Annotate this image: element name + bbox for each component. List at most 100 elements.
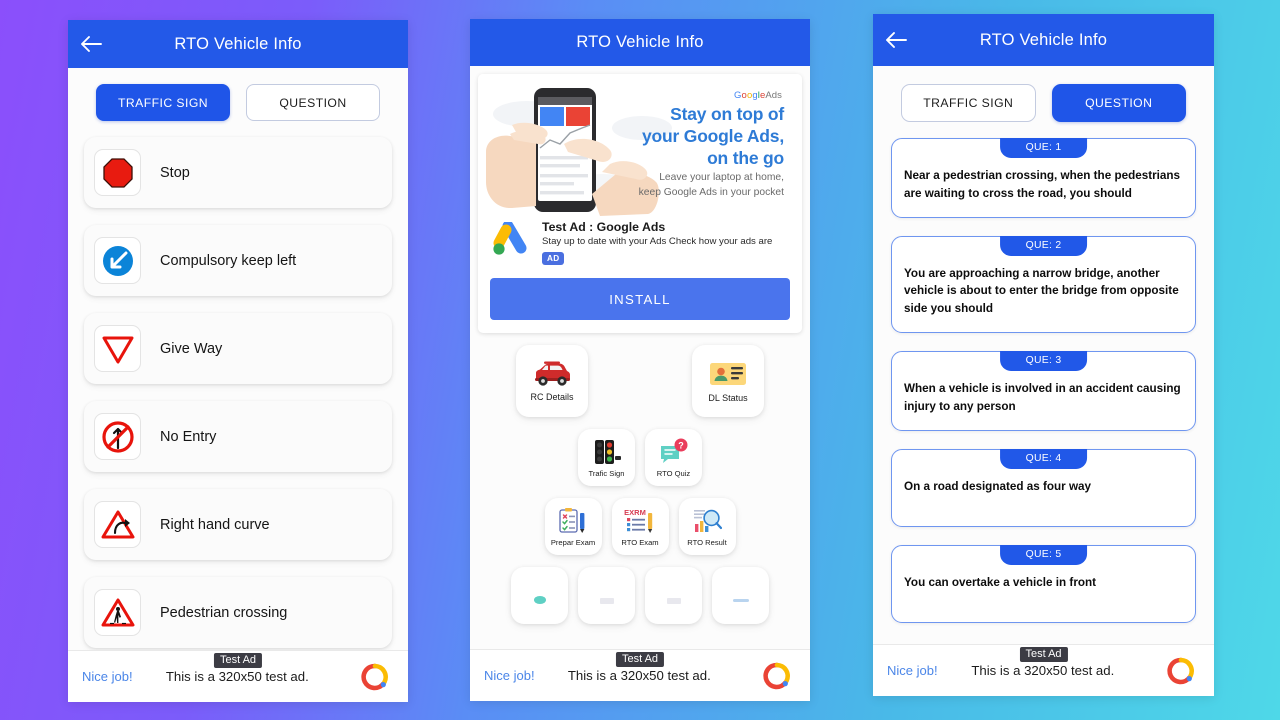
tab-question[interactable]: QUESTION: [246, 84, 380, 121]
home-body: GoogleAds Stay on top of your Google Ads…: [470, 66, 810, 649]
result-magnifier-icon: [694, 509, 723, 532]
tile-clipped[interactable]: [645, 567, 702, 625]
ad-subtitle: Leave your laptop at home, keep Google A…: [639, 171, 784, 201]
traffic-sign-body: TRAFFIC SIGN QUESTION Stop Compulsory ke…: [68, 68, 408, 650]
ad-cta-text: Nice job!: [484, 668, 535, 683]
question-card[interactable]: QUE: 1 Near a pedestrian crossing, when …: [891, 138, 1196, 218]
sign-thumbnail: [94, 413, 141, 460]
question-card[interactable]: QUE: 2 You are approaching a narrow brid…: [891, 235, 1196, 333]
tab-bar: TRAFFIC SIGN QUESTION: [873, 66, 1214, 132]
list-item[interactable]: No Entry: [84, 401, 392, 472]
ad-headline-line: on the go: [707, 147, 784, 168]
tile-clipped[interactable]: [712, 567, 769, 625]
list-item[interactable]: Give Way: [84, 313, 392, 384]
admob-logo: [1166, 656, 1200, 686]
svg-text:?: ?: [678, 440, 684, 450]
question-badge: QUE: 5: [999, 544, 1088, 565]
phone-screen-home: RTO Vehicle Info GoogleAds Stay on top o…: [470, 19, 810, 701]
give-way-icon: [102, 336, 133, 363]
question-card[interactable]: QUE: 3 When a vehicle is involved in an …: [891, 350, 1196, 431]
question-badge: QUE: 1: [999, 138, 1088, 158]
exam-paper-icon-wrap: EXRM: [624, 507, 656, 535]
question-badge: QUE: 4: [999, 448, 1088, 469]
test-ad-tag: Test Ad: [615, 652, 665, 667]
question-text: When a vehicle is involved in an acciden…: [904, 381, 1181, 413]
tile-prepar-exam[interactable]: Prepar Exam: [544, 498, 602, 556]
ad-body-text: This is a 320x50 test ad.: [971, 663, 1115, 678]
tab-traffic-sign[interactable]: TRAFFIC SIGN: [96, 84, 230, 121]
quiz-bubble-icon-wrap: ?: [659, 438, 689, 466]
ad-badge: AD: [542, 252, 565, 266]
back-button[interactable]: [68, 35, 114, 53]
tile-label: RTO Result: [687, 537, 727, 547]
question-text: You can overtake a vehicle in front: [904, 575, 1097, 589]
list-item-label: Stop: [160, 164, 190, 181]
placeholder-icon: [661, 587, 687, 605]
ad-subtitle-line: Leave your laptop at home,: [659, 172, 784, 183]
ad-headline: Stay on top of your Google Ads, on the g…: [642, 104, 784, 170]
list-item[interactable]: Pedestrian crossing: [84, 577, 392, 648]
tile-dl-status[interactable]: DL Status: [692, 345, 764, 418]
tab-traffic-sign[interactable]: TRAFFIC SIGN: [901, 84, 1036, 122]
list-item[interactable]: Stop: [84, 137, 392, 208]
bottom-ad-banner[interactable]: Test Ad Nice job! This is a 320x50 test …: [873, 644, 1214, 696]
question-card[interactable]: QUE: 5 You can overtake a vehicle in fro…: [891, 544, 1196, 623]
list-item-label: Compulsory keep left: [160, 252, 297, 269]
question-list: QUE: 1 Near a pedestrian crossing, when …: [873, 132, 1214, 623]
ad-app-description: Stay up to date with your Ads Check how …: [542, 236, 773, 247]
question-text: On a road designated as four way: [904, 479, 1092, 493]
tile-label: DL Status: [708, 392, 748, 403]
ad-subtitle-line: keep Google Ads in your pocket: [638, 186, 784, 198]
result-magnifier-icon-wrap: [692, 507, 723, 535]
bottom-ad-banner[interactable]: Test Ad Nice job! This is a 320x50 test …: [68, 650, 408, 702]
tab-question[interactable]: QUESTION: [1051, 84, 1186, 122]
ad-body-text: This is a 320x50 test ad.: [567, 668, 711, 683]
sign-thumbnail: [94, 149, 141, 196]
tile-rto-exam[interactable]: EXRM RTO Exam: [611, 498, 669, 556]
ad-app-title: Test Ad : Google Ads: [542, 220, 666, 234]
admob-icon: [1167, 657, 1194, 684]
placeholder-icon: [527, 587, 553, 605]
page-title: RTO Vehicle Info: [174, 34, 302, 53]
grid-row: Prepar Exam EXRM RTO Exam RTO Result: [496, 498, 784, 556]
car-icon-wrap: [532, 361, 572, 387]
svg-text:EXRM: EXRM: [624, 508, 646, 517]
stop-sign-icon: [102, 157, 133, 188]
sign-thumbnail: [94, 325, 141, 372]
google-ads-icon: [493, 220, 527, 255]
tile-label: RTO Quiz: [656, 468, 691, 478]
grid-row: RC Details DL Status: [496, 345, 784, 418]
placeholder-icon: [594, 587, 620, 605]
tile-label: RTO Exam: [621, 537, 659, 547]
tile-traffic-sign[interactable]: Trafic Sign: [578, 429, 635, 487]
tile-clipped[interactable]: [578, 567, 635, 625]
list-item[interactable]: Compulsory keep left: [84, 225, 392, 296]
phone-screen-traffic-sign: RTO Vehicle Info TRAFFIC SIGN QUESTION S…: [68, 20, 408, 702]
install-button[interactable]: INSTALL: [490, 278, 790, 321]
question-body: TRAFFIC SIGN QUESTION QUE: 1 Near a pede…: [873, 66, 1214, 644]
tile-label: Prepar Exam: [550, 537, 596, 547]
id-card-icon-wrap: [709, 360, 747, 388]
no-entry-icon: [101, 420, 134, 453]
brand-word: Ads: [765, 90, 782, 101]
tile-rto-result[interactable]: RTO Result: [678, 498, 736, 556]
quiz-bubble-icon: ?: [660, 438, 687, 463]
clipboard-pencil-icon-wrap: [558, 507, 588, 535]
ad-body-text: This is a 320x50 test ad.: [165, 669, 309, 684]
brand-letter: G: [734, 90, 742, 101]
back-button[interactable]: [873, 31, 919, 49]
question-card[interactable]: QUE: 4 On a road designated as four way: [891, 448, 1196, 527]
google-ads-card[interactable]: GoogleAds Stay on top of your Google Ads…: [478, 74, 802, 334]
tile-rc-details[interactable]: RC Details: [516, 345, 588, 418]
ad-cta-text: Nice job!: [82, 669, 133, 684]
tile-clipped[interactable]: [511, 567, 568, 625]
id-card-icon: [710, 362, 746, 385]
appbar-question: RTO Vehicle Info: [873, 14, 1214, 66]
grid-row: Trafic Sign ? RTO Quiz: [496, 429, 784, 487]
tile-rto-quiz[interactable]: ? RTO Quiz: [645, 429, 702, 487]
bottom-ad-banner[interactable]: Test Ad Nice job! This is a 320x50 test …: [470, 649, 810, 701]
list-item[interactable]: Right hand curve: [84, 489, 392, 560]
tile-label: Trafic Sign: [588, 468, 625, 478]
list-item-label: Give Way: [160, 340, 223, 357]
appbar-home: RTO Vehicle Info: [470, 19, 810, 66]
